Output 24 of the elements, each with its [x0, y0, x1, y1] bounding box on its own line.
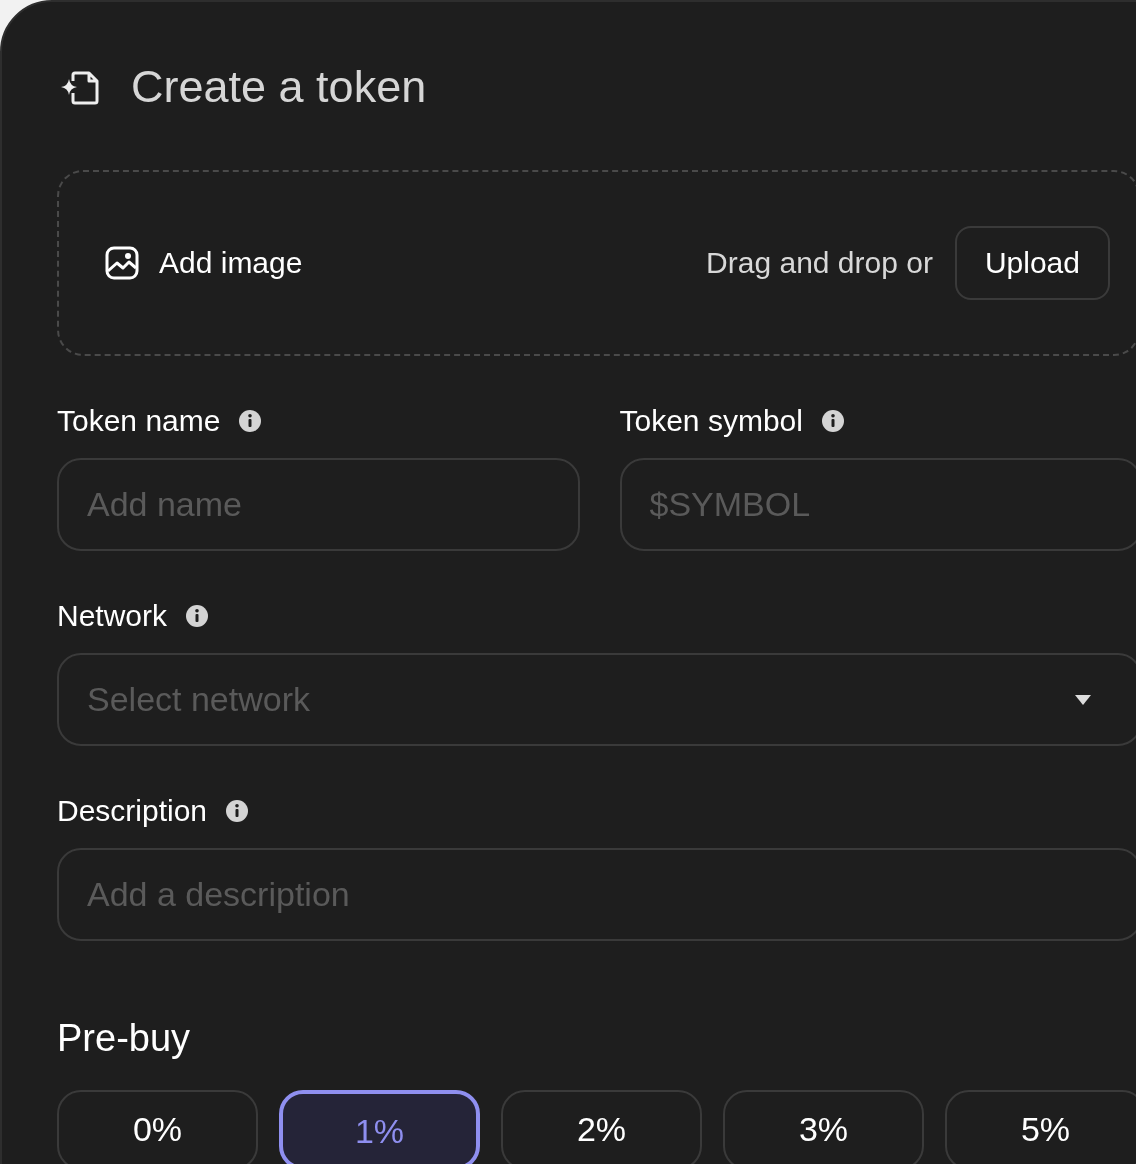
- info-icon[interactable]: [185, 604, 210, 628]
- percent-option[interactable]: 5%: [945, 1090, 1136, 1164]
- caret-icon: [1074, 693, 1092, 706]
- field-label: Description: [57, 794, 208, 828]
- info-icon[interactable]: [238, 409, 263, 433]
- upload-button[interactable]: Upload: [954, 226, 1110, 300]
- percent-option[interactable]: 3%: [723, 1090, 924, 1164]
- page-title: Create a token: [131, 61, 427, 113]
- image-icon: [105, 246, 139, 280]
- info-icon[interactable]: [225, 799, 250, 823]
- input-field[interactable]: Add name: [57, 458, 580, 551]
- section-title: Pre-buy: [57, 1017, 192, 1060]
- input-field[interactable]: Add a description: [57, 848, 1136, 941]
- percent-option[interactable]: 0%: [57, 1090, 258, 1164]
- drag-drop-hint: Drag and drop or: [706, 246, 933, 280]
- percent-option[interactable]: 1%: [279, 1090, 480, 1164]
- add-image-label: Add image: [159, 246, 303, 280]
- input-field[interactable]: $SYMBOL: [619, 458, 1136, 551]
- info-icon[interactable]: [820, 409, 845, 433]
- field-label: Network: [57, 599, 168, 633]
- field-label: Token name: [57, 404, 221, 438]
- image-drop-zone[interactable]: Add image Drag and drop or Upload: [57, 170, 1136, 356]
- field-label: Token symbol: [619, 404, 803, 438]
- percent-option[interactable]: 2%: [501, 1090, 702, 1164]
